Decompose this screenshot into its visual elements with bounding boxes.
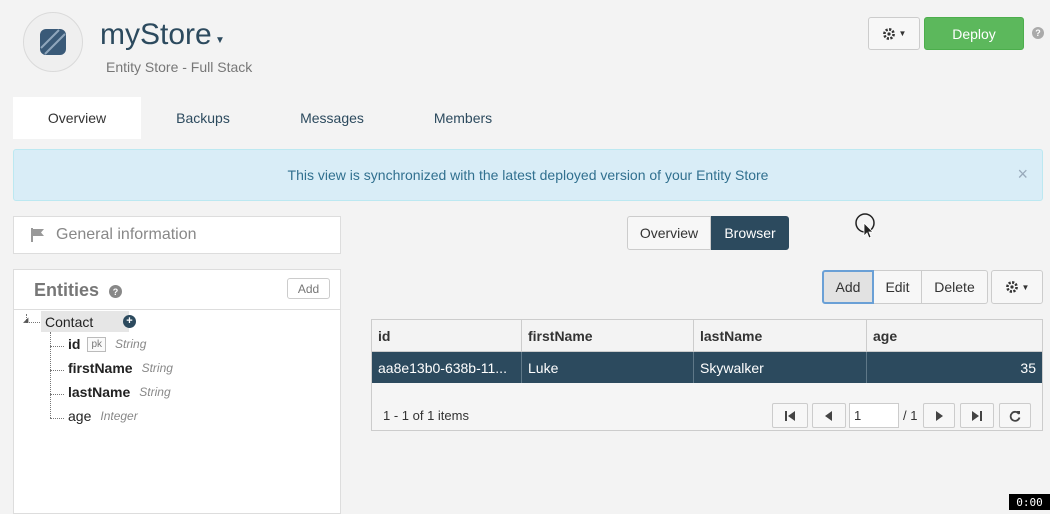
tab-members[interactable]: Members: [399, 97, 527, 139]
cell-age[interactable]: 35: [867, 352, 1042, 383]
settings-dropdown-button[interactable]: ▼: [868, 17, 920, 50]
field-name: id: [68, 336, 81, 352]
field-id[interactable]: id pk String: [68, 336, 146, 352]
title-dropdown-caret-icon[interactable]: ▼: [215, 35, 225, 46]
chevron-down-icon: ▼: [898, 29, 907, 38]
field-lastname[interactable]: lastName String: [68, 384, 171, 400]
field-type: String: [141, 361, 173, 375]
page-count: / 1: [903, 408, 918, 423]
column-header-id[interactable]: id: [372, 320, 522, 352]
app-title[interactable]: myStore: [100, 18, 212, 52]
pager-info: 1 - 1 of 1 items: [383, 408, 469, 423]
main-tabs: Overview Backups Messages Members: [13, 97, 527, 139]
grid-settings-button[interactable]: ▼: [991, 270, 1043, 304]
add-entity-button[interactable]: Add: [287, 278, 330, 299]
field-age[interactable]: age Integer: [68, 408, 138, 424]
next-page-button[interactable]: [923, 403, 955, 428]
record-toolbar: Add Edit Delete: [822, 270, 988, 304]
tree-connector: [50, 332, 51, 418]
first-page-icon: [785, 410, 795, 421]
last-page-icon: [972, 410, 982, 421]
grid-header: id firstName lastName age: [372, 320, 1042, 352]
entity-name: Contact: [45, 313, 94, 330]
field-firstname[interactable]: firstName String: [68, 360, 173, 376]
entities-title: Entities: [34, 280, 100, 300]
gear-icon: [882, 27, 895, 40]
field-name: firstName: [68, 360, 133, 376]
add-record-button[interactable]: Add: [822, 270, 874, 304]
first-page-button[interactable]: [772, 403, 808, 428]
tab-backups[interactable]: Backups: [141, 97, 265, 139]
table-row[interactable]: aa8e13b0-638b-11... Luke Skywalker 35: [372, 352, 1042, 383]
entity-node-contact[interactable]: Contact +: [41, 311, 136, 332]
records-grid: id firstName lastName age aa8e13b0-638b-…: [371, 319, 1043, 431]
tab-messages[interactable]: Messages: [265, 97, 399, 139]
cell-firstname[interactable]: Luke: [522, 352, 694, 383]
store-logo: [23, 12, 83, 72]
grid-pager: 1 - 1 of 1 items 1 / 1: [372, 399, 1042, 431]
edit-record-button[interactable]: Edit: [874, 270, 922, 304]
column-header-firstname[interactable]: firstName: [522, 320, 694, 352]
view-switch: Overview Browser: [627, 216, 789, 250]
page-number-input[interactable]: 1: [849, 403, 899, 428]
tab-overview[interactable]: Overview: [13, 97, 141, 139]
field-name: age: [68, 408, 92, 424]
entities-panel: Entities ? Add ◢ Contact + id pk String …: [13, 269, 341, 514]
field-type: String: [115, 337, 147, 351]
store-logo-icon: [40, 29, 66, 55]
delete-record-button[interactable]: Delete: [922, 270, 988, 304]
last-page-button[interactable]: [960, 403, 994, 428]
tree-collapse-icon[interactable]: ◢: [23, 316, 28, 324]
mouse-cursor-icon: [855, 213, 875, 239]
help-icon[interactable]: ?: [109, 285, 122, 298]
column-header-age[interactable]: age: [867, 320, 1042, 352]
sync-info-banner: This view is synchronized with the lates…: [13, 149, 1043, 201]
field-name: lastName: [68, 384, 131, 400]
gear-icon: [1005, 281, 1018, 293]
primary-key-badge: pk: [87, 336, 107, 352]
overview-view-button[interactable]: Overview: [627, 216, 711, 250]
chevron-down-icon: ▼: [1021, 282, 1030, 292]
recording-timer: 0:00: [1009, 494, 1050, 510]
refresh-button[interactable]: [999, 403, 1031, 428]
previous-page-icon: [825, 410, 832, 421]
cell-lastname[interactable]: Skywalker: [694, 352, 867, 383]
refresh-icon: [1009, 410, 1021, 422]
column-header-lastname[interactable]: lastName: [694, 320, 867, 352]
tree-connector: [50, 394, 64, 395]
cell-id[interactable]: aa8e13b0-638b-11...: [372, 352, 522, 383]
general-information-label: General information: [56, 226, 197, 243]
browser-view-button[interactable]: Browser: [711, 216, 789, 250]
field-type: Integer: [100, 409, 138, 423]
add-field-icon[interactable]: +: [123, 315, 136, 328]
flag-icon: [30, 228, 46, 242]
general-information-panel[interactable]: General information: [13, 216, 341, 254]
deploy-button[interactable]: Deploy: [924, 17, 1024, 50]
tree-connector: [50, 418, 64, 419]
tree-connector: [50, 370, 64, 371]
entities-header: Entities ? Add: [14, 270, 340, 310]
next-page-icon: [936, 410, 943, 421]
field-type: String: [139, 385, 171, 399]
app-subtitle: Entity Store - Full Stack: [106, 59, 253, 75]
previous-page-button[interactable]: [812, 403, 846, 428]
help-icon[interactable]: ?: [1032, 27, 1044, 39]
close-icon[interactable]: ×: [1017, 164, 1028, 184]
tree-connector: [50, 346, 64, 347]
banner-text: This view is synchronized with the lates…: [287, 167, 769, 183]
